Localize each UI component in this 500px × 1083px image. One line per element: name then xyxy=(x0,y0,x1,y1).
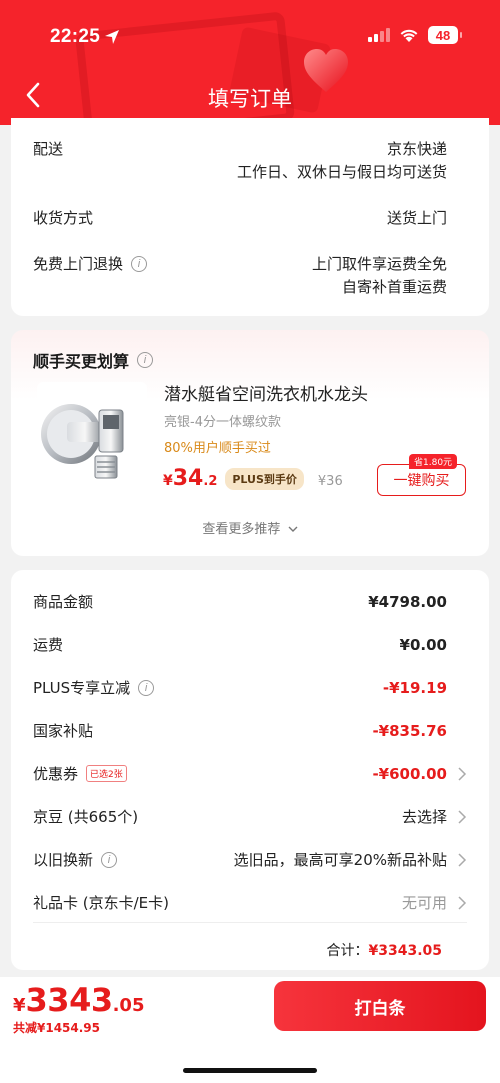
recommend-title: 顺手买更划算 xyxy=(33,352,130,371)
free-return-line1: 上门取件享运费全免 xyxy=(311,255,447,273)
checkout-bar: ¥ 3343 .05 共减¥1454.95 打白条 xyxy=(0,977,500,1083)
info-icon[interactable]: i xyxy=(131,255,148,272)
battery-icon: 48 xyxy=(428,26,462,44)
coupon-value: -¥600.00 xyxy=(372,765,447,783)
more-recommendations-label: 查看更多推荐 xyxy=(202,522,281,537)
status-time-text: 22:25 xyxy=(50,26,101,47)
info-icon[interactable]: i xyxy=(138,679,155,696)
order-summary-card: 商品金额 ¥4798.00 运费 ¥0.00 PLUS专享立减 i -¥19.1… xyxy=(11,570,489,970)
price-decimal: .2 xyxy=(203,474,218,489)
coupon-selected-badge: 已选2张 xyxy=(86,765,127,782)
free-return-value: 上门取件享运费全免 自寄补首重运费 xyxy=(312,253,447,299)
goods-amount-value: ¥4798.00 xyxy=(368,593,447,611)
page-title: 填写订单 xyxy=(208,87,292,111)
final-price-integer: 3343 xyxy=(25,981,114,1019)
product-image[interactable] xyxy=(37,382,147,495)
plus-price-tag: PLUS到手价 xyxy=(225,468,304,490)
divider xyxy=(33,922,467,923)
original-price: ¥36 xyxy=(317,474,343,489)
total-saved: 共减¥1454.95 xyxy=(13,1021,101,1035)
info-icon[interactable]: i xyxy=(137,352,154,368)
final-price: ¥ 3343 .05 xyxy=(13,981,144,1019)
wifi-icon xyxy=(400,29,418,42)
chevron-right-icon xyxy=(458,896,467,910)
gift-card-value: 无可用 xyxy=(401,894,447,912)
jingdou-value: 去选择 xyxy=(401,808,447,826)
plus-discount-label-wrap: PLUS专享立减 i xyxy=(33,677,155,698)
location-arrow-icon xyxy=(105,30,120,44)
pay-baitiao-button[interactable]: 打白条 xyxy=(274,981,486,1031)
save-amount-badge: 省1.80元 xyxy=(409,454,458,469)
plus-discount-label: PLUS专享立减 xyxy=(33,679,131,697)
status-time: 22:25 xyxy=(50,26,120,48)
free-return-line2: 自寄补首重运费 xyxy=(341,278,447,296)
cellular-signal-icon xyxy=(368,28,390,42)
plus-discount-value: -¥19.19 xyxy=(382,679,447,697)
receive-method-value: 送货上门 xyxy=(386,209,447,227)
free-return-label-wrap: 免费上门退换 i xyxy=(33,253,148,274)
home-indicator[interactable] xyxy=(183,1068,317,1073)
total-label: 合计： xyxy=(326,943,369,959)
coupon-label: 优惠券 xyxy=(33,765,79,783)
header: 22:25 48 填写订单 xyxy=(0,0,500,125)
free-return-label: 免费上门退换 xyxy=(33,255,124,273)
trade-in-label-wrap: 以旧换新 i xyxy=(33,849,118,870)
total-value: ¥3343.05 xyxy=(368,943,442,959)
coupon-label-wrap: 优惠券 已选2张 xyxy=(33,763,127,784)
delivery-value: 京东快递 工作日、双休日与假日均可送货 xyxy=(237,138,447,184)
final-price-currency: ¥ xyxy=(13,995,26,1016)
price-integer: 34 xyxy=(172,466,204,491)
more-recommendations-link[interactable]: 查看更多推荐 xyxy=(11,518,489,537)
product-spec: 亮银-4分一体螺纹款 xyxy=(164,415,281,430)
shipping-fee-label: 运费 xyxy=(33,636,64,654)
delivery-carrier: 京东快递 xyxy=(386,140,447,158)
chevron-right-icon xyxy=(458,853,467,867)
status-indicators: 48 xyxy=(368,26,462,44)
chevron-right-icon xyxy=(458,810,467,824)
order-total: 合计：¥3343.05 xyxy=(326,940,442,960)
chevron-down-icon xyxy=(288,526,298,532)
receive-method-label: 收货方式 xyxy=(33,209,94,227)
final-price-decimal: .05 xyxy=(112,995,145,1016)
shipping-fee-value: ¥0.00 xyxy=(399,636,447,654)
product-price: ¥ 34 .2 PLUS到手价 ¥36 xyxy=(163,466,343,492)
national-subsidy-label: 国家补贴 xyxy=(33,722,94,740)
jingdou-label: 京豆 (共665个) xyxy=(33,808,139,826)
info-icon[interactable]: i xyxy=(101,851,118,868)
product-buyers: 80%用户顺手买过 xyxy=(164,441,271,456)
delivery-card: 配送 京东快递 工作日、双休日与假日均可送货 收货方式 送货上门 免费上门退换 … xyxy=(11,118,489,316)
national-subsidy-value: -¥835.76 xyxy=(372,722,447,740)
chevron-right-icon xyxy=(458,767,467,781)
delivery-label: 配送 xyxy=(33,140,64,158)
trade-in-label: 以旧换新 xyxy=(33,851,94,869)
product-name[interactable]: 潜水艇省空间洗衣机水龙头 xyxy=(164,380,368,405)
trade-in-value: 选旧品，最高可享20%新品补贴 xyxy=(233,851,447,869)
goods-amount-label: 商品金额 xyxy=(33,593,94,611)
recommend-title-wrap: 顺手买更划算 i xyxy=(33,348,154,372)
gift-card-label: 礼品卡 (京东卡/E卡) xyxy=(33,894,170,912)
delivery-schedule: 工作日、双休日与假日均可送货 xyxy=(236,163,447,181)
price-currency: ¥ xyxy=(163,473,173,489)
recommend-card: 顺手买更划算 i 潜水艇省空间洗衣机水龙头 亮银-4分一体螺纹款 80%用户顺手… xyxy=(11,330,489,556)
